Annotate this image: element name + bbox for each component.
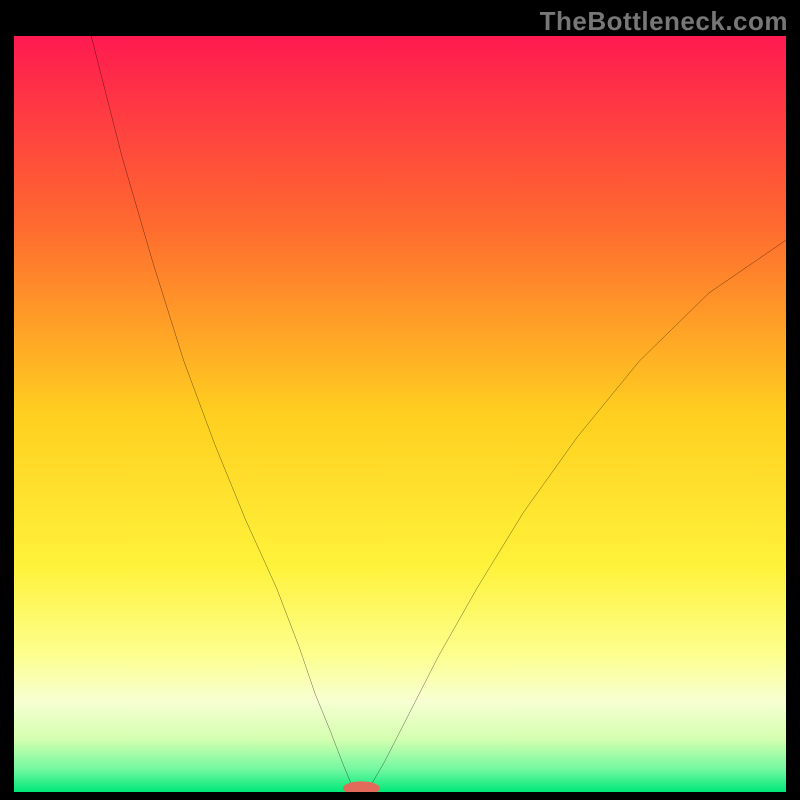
- chart-frame: TheBottleneck.com: [0, 0, 800, 800]
- watermark-text: TheBottleneck.com: [540, 6, 788, 37]
- bottleneck-chart: [14, 36, 786, 792]
- plot-background: [14, 36, 786, 792]
